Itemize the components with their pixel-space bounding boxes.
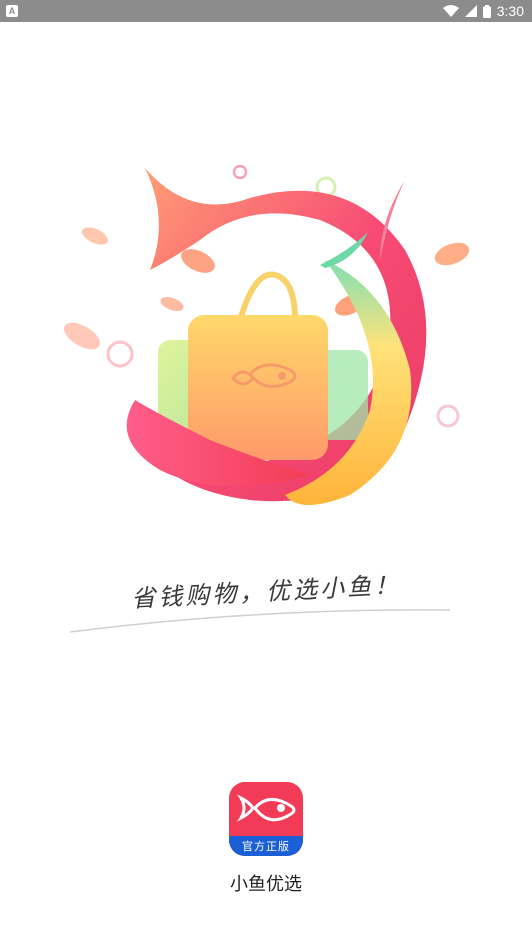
status-bar: A 3:30 — [0, 0, 532, 22]
slogan-underline — [70, 609, 450, 633]
official-badge: 官方正版 — [229, 836, 303, 856]
signal-icon — [464, 5, 477, 17]
notification-icon: A — [6, 5, 18, 17]
app-icon: 官方正版 — [229, 782, 303, 856]
app-name: 小鱼优选 — [230, 874, 302, 895]
wifi-icon — [442, 5, 459, 17]
splash-illustration — [63, 164, 470, 505]
clock-time: 3:30 — [496, 3, 524, 19]
battery-icon — [482, 4, 491, 18]
